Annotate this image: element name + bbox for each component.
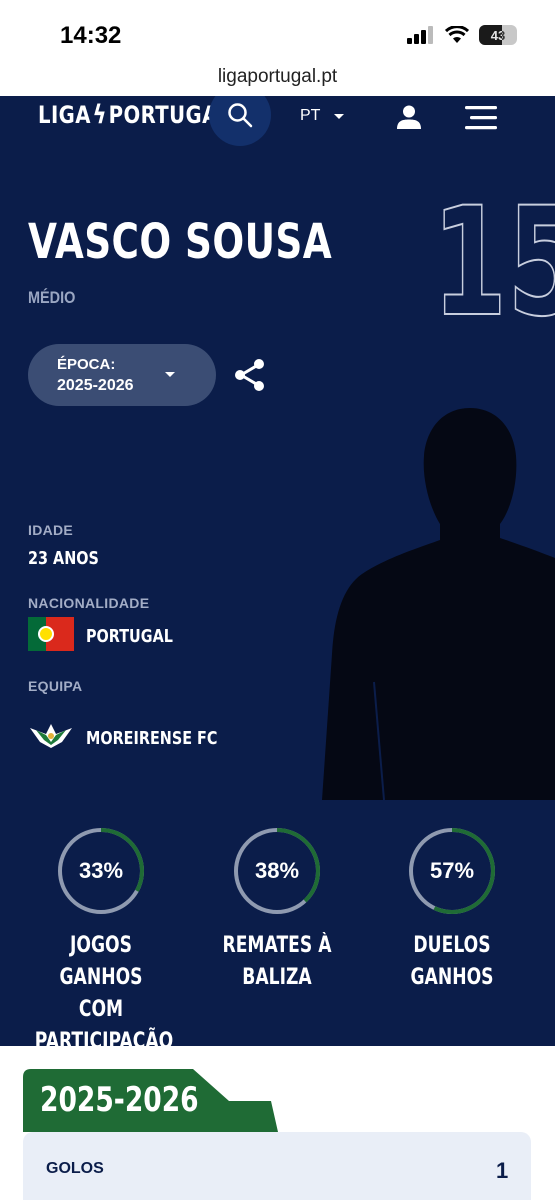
status-bar: 14:32 43 bbox=[0, 0, 555, 62]
stat-duels-won: 57% DUELOS GANHOS bbox=[367, 826, 537, 994]
player-hero: LIGA ϟ PORTUGAL PT 15 VASCO SOUSA MÉDIO … bbox=[0, 96, 555, 1046]
search-icon bbox=[228, 103, 253, 128]
status-icons: 43 bbox=[407, 25, 517, 45]
chevron-down-icon bbox=[334, 113, 345, 119]
site-nav: LIGA ϟ PORTUGAL PT bbox=[0, 96, 555, 156]
search-button[interactable] bbox=[209, 96, 271, 146]
stat-row-label: GOLOS bbox=[46, 1160, 104, 1177]
moreirense-crest-icon[interactable] bbox=[28, 722, 74, 750]
stat-row-value: 1 bbox=[496, 1158, 509, 1183]
battery-level: 43 bbox=[490, 27, 506, 43]
logo-bolt-icon: ϟ bbox=[92, 100, 108, 130]
language-label: PT bbox=[300, 107, 321, 124]
status-time: 14:32 bbox=[60, 22, 122, 49]
player-silhouette bbox=[322, 408, 555, 800]
stat-games-won: 33% JOGOS GANHOS COM PARTICIPAÇÃO bbox=[16, 826, 186, 1046]
team-label: EQUIPA bbox=[28, 678, 83, 694]
logo-text-left: LIGA bbox=[38, 101, 91, 129]
stat-percent: 38% bbox=[254, 858, 300, 883]
stat-label: DUELOS GANHOS bbox=[410, 933, 494, 990]
url-bar[interactable]: ligaportugal.pt bbox=[0, 62, 555, 96]
stat-percent: 57% bbox=[429, 858, 475, 883]
stat-ring: 33% bbox=[56, 826, 146, 916]
nationality-value: PORTUGAL bbox=[86, 626, 173, 647]
language-selector[interactable]: PT bbox=[300, 107, 345, 125]
shirt-number: 15 bbox=[431, 176, 555, 350]
chevron-down-icon bbox=[165, 372, 175, 377]
team-value[interactable]: MOREIRENSE FC bbox=[86, 728, 217, 749]
stat-ring: 57% bbox=[407, 826, 497, 916]
player-position: MÉDIO bbox=[28, 288, 76, 307]
age-value: 23 ANOS bbox=[28, 548, 99, 569]
wifi-icon bbox=[445, 26, 469, 43]
signal-icon bbox=[407, 26, 433, 44]
season-selector-label: ÉPOCA: bbox=[57, 356, 116, 373]
season-selector-value: 2025-2026 bbox=[57, 377, 134, 394]
nationality-label: NACIONALIDADE bbox=[28, 595, 150, 611]
liga-portugal-logo[interactable]: LIGA ϟ PORTUGAL bbox=[38, 100, 231, 130]
stat-percent: 33% bbox=[78, 858, 124, 883]
player-name: VASCO SOUSA bbox=[28, 214, 333, 270]
share-icon[interactable] bbox=[233, 358, 267, 392]
portugal-flag-icon bbox=[28, 617, 74, 651]
stat-ring: 38% bbox=[232, 826, 322, 916]
battery-icon: 43 bbox=[479, 25, 517, 45]
stat-label: JOGOS GANHOS COM PARTICIPAÇÃO bbox=[34, 933, 174, 1046]
age-label: IDADE bbox=[28, 522, 74, 538]
season-selector[interactable]: ÉPOCA: 2025-2026 bbox=[28, 344, 216, 406]
user-icon[interactable] bbox=[396, 104, 422, 130]
stat-label: REMATES À BALIZA bbox=[222, 933, 332, 990]
stat-shots-on-target: 38% REMATES À BALIZA bbox=[192, 826, 362, 994]
menu-icon[interactable] bbox=[465, 106, 497, 130]
season-tab-title: 2025-2026 bbox=[40, 1080, 199, 1120]
